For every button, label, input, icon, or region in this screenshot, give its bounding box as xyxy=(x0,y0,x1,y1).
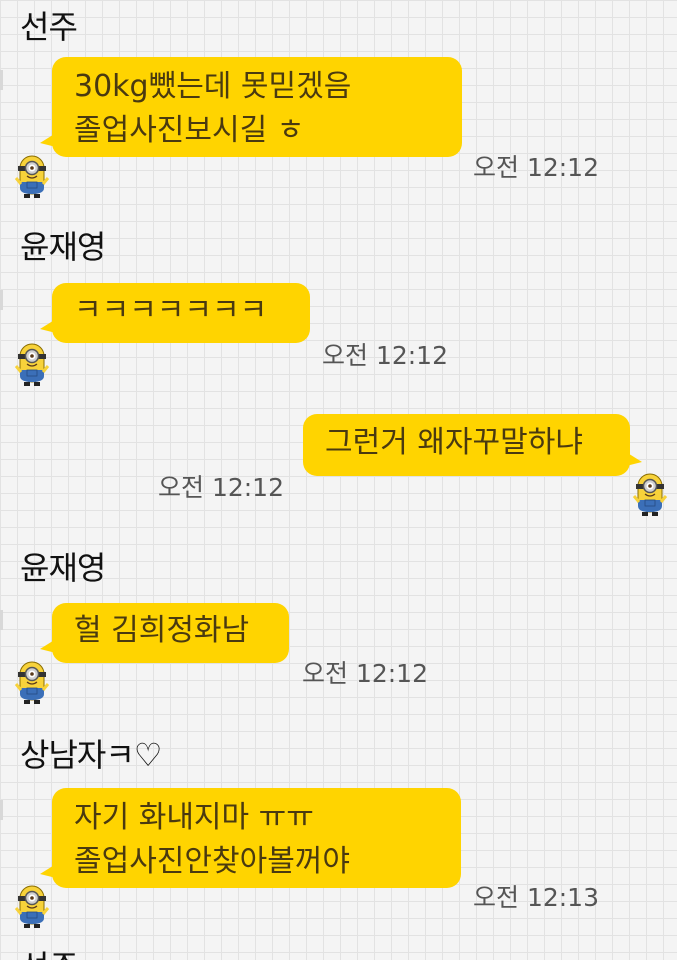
minion-avatar-icon[interactable] xyxy=(12,882,52,930)
message-text: 그런거 왜자꾸말하냐 xyxy=(325,425,583,460)
sender-name: 선주 xyxy=(20,8,78,46)
message-text: 30kg뺐는데 못믿겠음 xyxy=(74,69,352,104)
message-time: 오전 12:12 xyxy=(302,659,428,688)
divider xyxy=(0,610,3,630)
message-bubble[interactable]: 자기 화내지마 ㅠㅠ 졸업사진안찾아볼꺼야 xyxy=(40,788,461,888)
message-time: 오전 12:12 xyxy=(322,341,448,370)
divider xyxy=(0,800,3,820)
sender-name: 윤재영 xyxy=(20,228,106,266)
message-time: 오전 12:13 xyxy=(473,883,599,912)
minion-avatar-icon[interactable] xyxy=(12,152,52,200)
message-text: 졸업사진보시길 ㅎ xyxy=(74,113,305,148)
message-text: ㅋㅋㅋㅋㅋㅋㅋ xyxy=(74,293,268,328)
message-time: 오전 12:12 xyxy=(473,153,599,182)
message-text: 졸업사진안찾아볼꺼야 xyxy=(74,844,350,879)
minion-avatar-icon[interactable] xyxy=(630,470,670,518)
divider xyxy=(0,70,3,90)
minion-avatar-icon[interactable] xyxy=(12,658,52,706)
minion-avatar-icon[interactable] xyxy=(12,340,52,388)
sender-name: 상남자ㅋ♡ xyxy=(20,736,162,774)
message-time: 오전 12:12 xyxy=(158,473,284,502)
message-bubble[interactable]: 헐 김희정화남 xyxy=(40,603,289,663)
message-text: 자기 화내지마 ㅠㅠ xyxy=(74,800,314,835)
divider xyxy=(0,290,3,310)
message-text: 헐 김희정화남 xyxy=(74,613,250,648)
sender-name: 윤재영 xyxy=(20,549,106,587)
sender-name-partial: 선주 xyxy=(20,946,140,960)
message-bubble[interactable]: 30kg뺐는데 못믿겠음 졸업사진보시길 ㅎ xyxy=(40,57,462,157)
message-bubble[interactable]: 그런거 왜자꾸말하냐 xyxy=(303,414,642,476)
message-bubble[interactable]: ㅋㅋㅋㅋㅋㅋㅋ xyxy=(40,283,310,343)
